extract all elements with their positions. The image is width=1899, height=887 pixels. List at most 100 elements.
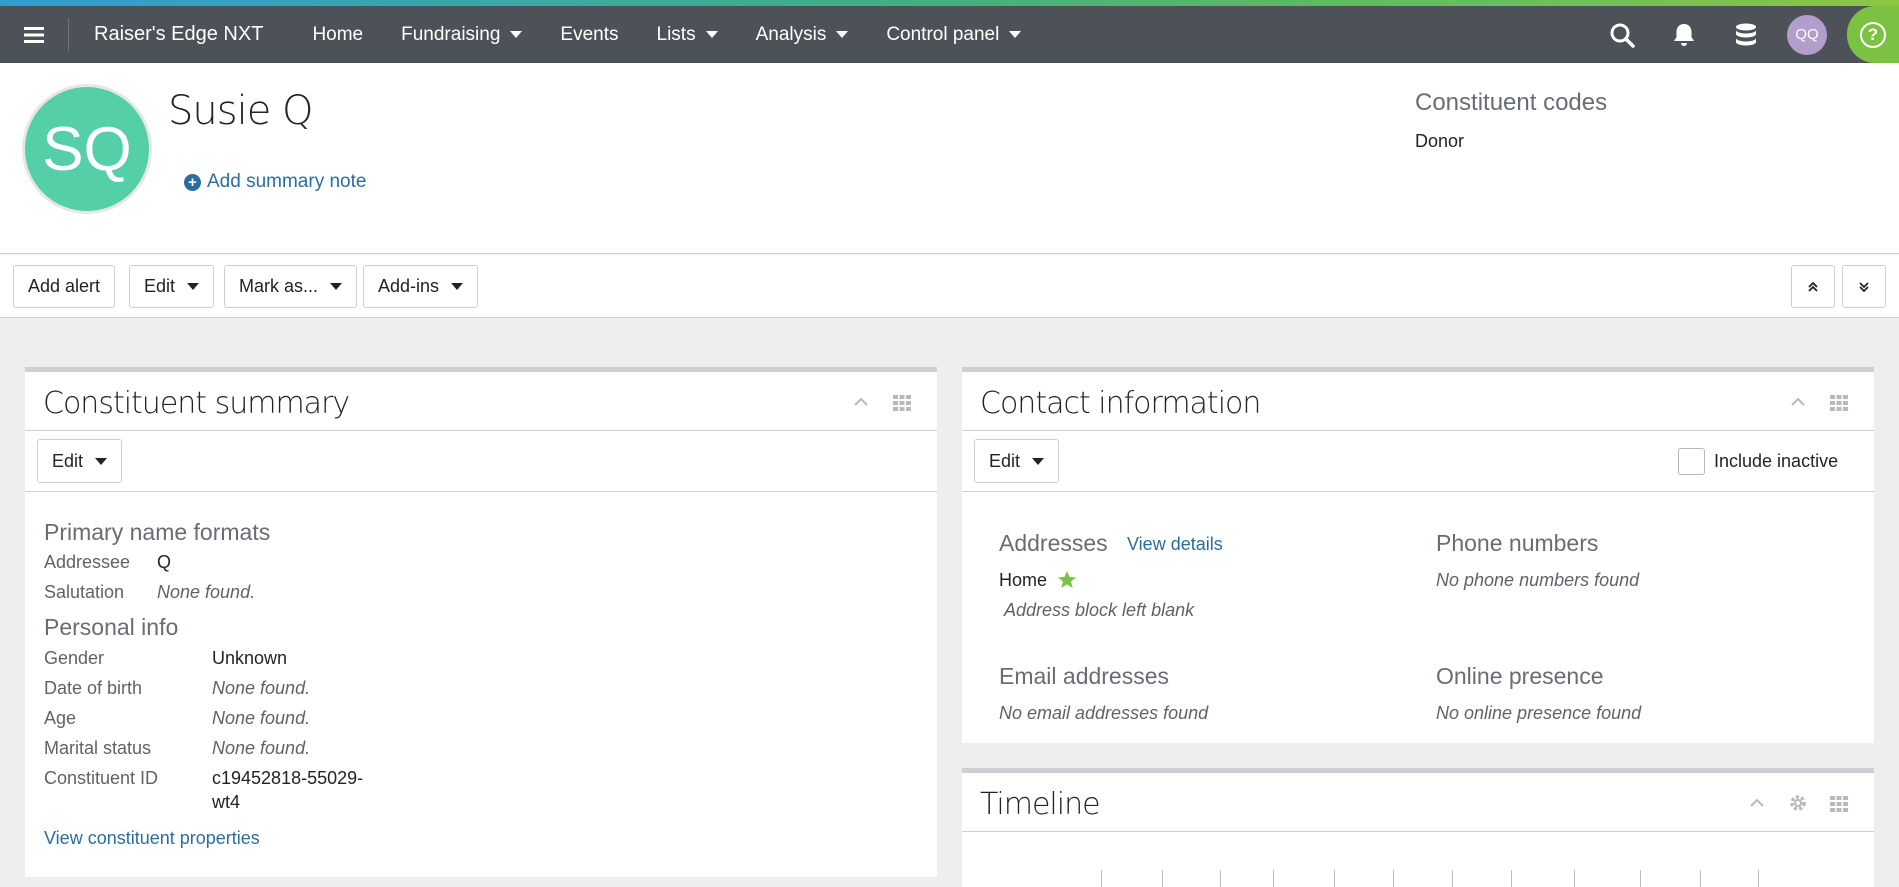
name-formats-heading: Primary name formats [44, 519, 271, 545]
timeline-tick [1511, 870, 1512, 887]
phone-numbers-heading: Phone numbers [1436, 530, 1599, 556]
timeline-tick [1334, 870, 1335, 887]
marital-status-label: Marital status [44, 738, 152, 758]
help-icon: ? [1860, 21, 1886, 48]
caret-down-icon [510, 31, 523, 38]
database-icon[interactable] [1715, 6, 1777, 63]
bell-icon[interactable] [1653, 6, 1715, 63]
addresses-heading: Addresses [999, 530, 1108, 556]
nav-events[interactable]: Events [541, 6, 637, 63]
expand-all-button[interactable] [1842, 265, 1886, 308]
salutation-label: Salutation [44, 582, 125, 602]
marital-status-value: None found. [212, 738, 311, 758]
salutation-value: None found. [157, 582, 256, 602]
addressee-label: Addressee [44, 552, 131, 572]
contact-edit-button[interactable]: Edit [974, 439, 1060, 483]
constituent-code-value: Donor [1415, 131, 1465, 151]
online-presence-heading: Online presence [1436, 663, 1604, 689]
timeline-tick [1220, 870, 1221, 887]
tile-toolbar: Edit Include inactive [962, 431, 1874, 492]
constituent-summary-tile: Constituent summary Edit Primary name fo… [25, 367, 937, 877]
plus-circle-icon: + [184, 173, 201, 191]
include-inactive-label: Include inactive [1714, 451, 1839, 471]
timeline-axis [962, 870, 1874, 887]
nav-control-panel-label: Control panel [886, 23, 1000, 45]
age-value: None found. [212, 708, 311, 728]
add-summary-note-link[interactable]: + Add summary note [184, 171, 366, 193]
nav-analysis[interactable]: Analysis [737, 6, 868, 63]
home-address-label: Home [999, 570, 1048, 590]
timeline-tick [1700, 870, 1701, 887]
caret-down-icon [1032, 457, 1045, 465]
gear-icon[interactable] [1788, 793, 1808, 813]
tile-title: Timeline [980, 787, 1101, 822]
add-ins-label: Add-ins [378, 276, 440, 296]
add-ins-dropdown-button[interactable]: Add-ins [363, 265, 479, 308]
grid-drag-icon[interactable] [1829, 392, 1849, 412]
chevron-up-icon[interactable] [851, 392, 871, 412]
chevron-up-icon[interactable] [1788, 392, 1808, 412]
tile-toolbar: Edit [25, 431, 937, 492]
help-button[interactable]: ? [1847, 6, 1899, 63]
email-addresses-heading: Email addresses [999, 663, 1170, 689]
no-emails-text: No email addresses found [999, 703, 1209, 723]
record-action-bar: Add alert Edit Mark as... Add-ins [0, 255, 1899, 318]
nav-lists[interactable]: Lists [638, 6, 737, 63]
summary-edit-label: Edit [52, 450, 84, 471]
no-online-text: No online presence found [1436, 703, 1642, 723]
nav-fundraising-label: Fundraising [401, 23, 501, 45]
age-label: Age [44, 708, 77, 728]
nav-home[interactable]: Home [293, 6, 382, 63]
add-summary-note-label: Add summary note [207, 171, 367, 192]
add-alert-label: Add alert [28, 276, 101, 296]
timeline-tick [1452, 870, 1453, 887]
constituent-id-label: Constituent ID [44, 768, 159, 788]
tile-header: Constituent summary [25, 372, 937, 431]
double-chevron-up-icon [1808, 281, 1818, 292]
timeline-tick [1101, 870, 1102, 887]
caret-down-icon [95, 457, 108, 465]
timeline-tick [1574, 870, 1575, 887]
constituent-id-value-line1: c19452818-55029- [212, 768, 364, 788]
nav-control-panel[interactable]: Control panel [867, 6, 1040, 63]
summary-edit-button[interactable]: Edit [37, 439, 123, 483]
caret-down-icon [705, 31, 718, 38]
tile-header: Contact information [962, 372, 1874, 431]
timeline-tick [1273, 870, 1274, 887]
tile-header: Timeline [962, 773, 1874, 832]
mark-as-label: Mark as... [239, 276, 319, 296]
add-alert-button[interactable]: Add alert [13, 265, 116, 308]
timeline-tick [1640, 870, 1641, 887]
collapse-all-button[interactable] [1791, 265, 1835, 308]
mark-as-dropdown-button[interactable]: Mark as... [224, 265, 358, 308]
nav-fundraising[interactable]: Fundraising [382, 6, 541, 63]
edit-dropdown-button[interactable]: Edit [129, 265, 215, 308]
include-inactive-checkbox[interactable] [1678, 448, 1705, 475]
personal-info-heading: Personal info [44, 614, 179, 640]
grid-drag-icon[interactable] [892, 392, 912, 412]
app-title[interactable]: Raiser's Edge NXT [69, 23, 293, 46]
dob-value: None found. [212, 678, 311, 698]
top-navigation-bar: Raiser's Edge NXT Home Fundraising Event… [0, 6, 1899, 63]
constituent-id-value-line2: wt4 [212, 792, 241, 812]
chevron-up-icon[interactable] [1747, 793, 1767, 813]
view-constituent-properties-link[interactable]: View constituent properties [44, 828, 260, 849]
view-details-link[interactable]: View details [1127, 534, 1223, 555]
caret-down-icon [330, 283, 343, 290]
nav-events-label: Events [560, 23, 619, 45]
user-avatar[interactable]: QQ [1787, 14, 1827, 55]
contact-edit-label: Edit [989, 450, 1021, 471]
menu-icon[interactable] [0, 6, 68, 63]
edit-label: Edit [144, 276, 176, 296]
timeline-tick [1758, 870, 1759, 887]
search-icon[interactable] [1591, 6, 1653, 63]
gender-value: Unknown [212, 648, 288, 668]
no-phones-text: No phone numbers found [1436, 570, 1640, 590]
caret-down-icon [836, 31, 849, 38]
timeline-tick [1162, 870, 1163, 887]
constituent-codes-heading: Constituent codes [1415, 89, 1608, 116]
tile-title: Contact information [980, 386, 1261, 421]
timeline-tile: Timeline [962, 768, 1874, 887]
grid-drag-icon[interactable] [1829, 793, 1849, 813]
nav-lists-label: Lists [656, 23, 696, 45]
